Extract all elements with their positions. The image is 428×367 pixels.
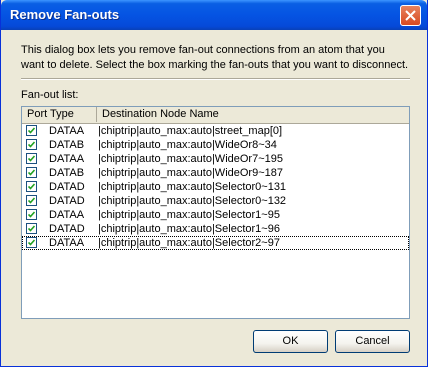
row-checkbox[interactable]	[26, 209, 37, 220]
port-type-cell: DATAD	[49, 181, 85, 193]
separator-line	[21, 78, 410, 80]
row-checkbox[interactable]	[26, 223, 37, 234]
checkmark-icon	[28, 155, 35, 162]
destination-cell: |chiptrip|auto_max:auto|Selector2~97	[98, 237, 280, 249]
close-button[interactable]	[400, 5, 421, 26]
list-item[interactable]: DATAD |chiptrip|auto_max:auto|Selector0~1…	[22, 194, 409, 208]
port-type-cell: DATAA	[49, 125, 85, 137]
list-item[interactable]: DATAA |chiptrip|auto_max:auto|street_map[…	[22, 124, 409, 138]
checkmark-icon	[28, 127, 35, 134]
checkmark-icon	[28, 169, 35, 176]
checkmark-icon	[28, 225, 35, 232]
port-type-cell: DATAB	[49, 139, 85, 151]
title-bar[interactable]: Remove Fan-outs	[1, 0, 427, 30]
row-checkbox[interactable]	[26, 139, 37, 150]
row-checkbox[interactable]	[26, 167, 37, 178]
destination-cell: |chiptrip|auto_max:auto|street_map[0]	[98, 125, 283, 137]
list-item[interactable]: DATAB |chiptrip|auto_max:auto|WideOr9~187	[22, 166, 409, 180]
window-title: Remove Fan-outs	[10, 7, 120, 22]
row-checkbox[interactable]	[26, 237, 37, 248]
checkmark-icon	[28, 197, 35, 204]
row-checkbox[interactable]	[26, 195, 37, 206]
port-type-cell: DATAD	[49, 223, 85, 235]
checkmark-icon	[28, 239, 35, 246]
ok-button[interactable]: OK	[253, 330, 328, 353]
port-type-cell: DATAD	[49, 195, 85, 207]
close-icon	[405, 10, 416, 21]
port-type-cell: DATAB	[49, 167, 85, 179]
checkmark-icon	[28, 183, 35, 190]
port-type-cell: DATAA	[49, 153, 85, 165]
row-checkbox[interactable]	[26, 181, 37, 192]
fan-out-list-label: Fan-out list:	[21, 89, 79, 101]
port-type-cell: DATAA	[49, 237, 85, 249]
port-type-cell: DATAA	[49, 209, 85, 221]
list-item[interactable]: DATAD |chiptrip|auto_max:auto|Selector0~1…	[22, 180, 409, 194]
list-item[interactable]: DATAA |chiptrip|auto_max:auto|Selector1~9…	[22, 208, 409, 222]
destination-cell: |chiptrip|auto_max:auto|Selector0~131	[98, 181, 287, 193]
checkmark-icon	[28, 141, 35, 148]
list-item[interactable]: DATAA |chiptrip|auto_max:auto|WideOr7~195	[22, 152, 409, 166]
destination-cell: |chiptrip|auto_max:auto|WideOr7~195	[98, 153, 283, 165]
column-header-port-type[interactable]: Port Type	[22, 107, 97, 122]
cancel-button[interactable]: Cancel	[335, 330, 410, 353]
fan-out-list[interactable]: Port Type Destination Node Name DATAA |ch…	[21, 106, 410, 319]
destination-cell: |chiptrip|auto_max:auto|WideOr8~34	[98, 139, 277, 151]
row-checkbox[interactable]	[26, 125, 37, 136]
destination-cell: |chiptrip|auto_max:auto|Selector1~96	[98, 223, 280, 235]
list-item[interactable]: DATAD |chiptrip|auto_max:auto|Selector1~9…	[22, 222, 409, 236]
column-header-destination[interactable]: Destination Node Name	[97, 107, 409, 122]
checkmark-icon	[28, 211, 35, 218]
list-item[interactable]: DATAB |chiptrip|auto_max:auto|WideOr8~34	[22, 138, 409, 152]
column-header: Port Type Destination Node Name	[22, 107, 409, 124]
list-item[interactable]: DATAA |chiptrip|auto_max:auto|Selector2~9…	[22, 236, 409, 250]
dialog-description: This dialog box lets you remove fan-out …	[21, 44, 409, 71]
destination-cell: |chiptrip|auto_max:auto|WideOr9~187	[98, 167, 283, 179]
destination-cell: |chiptrip|auto_max:auto|Selector0~132	[98, 195, 287, 207]
destination-cell: |chiptrip|auto_max:auto|Selector1~95	[98, 209, 280, 221]
fan-out-rows: DATAA |chiptrip|auto_max:auto|street_map[…	[22, 124, 409, 250]
row-checkbox[interactable]	[26, 153, 37, 164]
dialog-window: Remove Fan-outs This dialog box lets you…	[0, 0, 428, 367]
